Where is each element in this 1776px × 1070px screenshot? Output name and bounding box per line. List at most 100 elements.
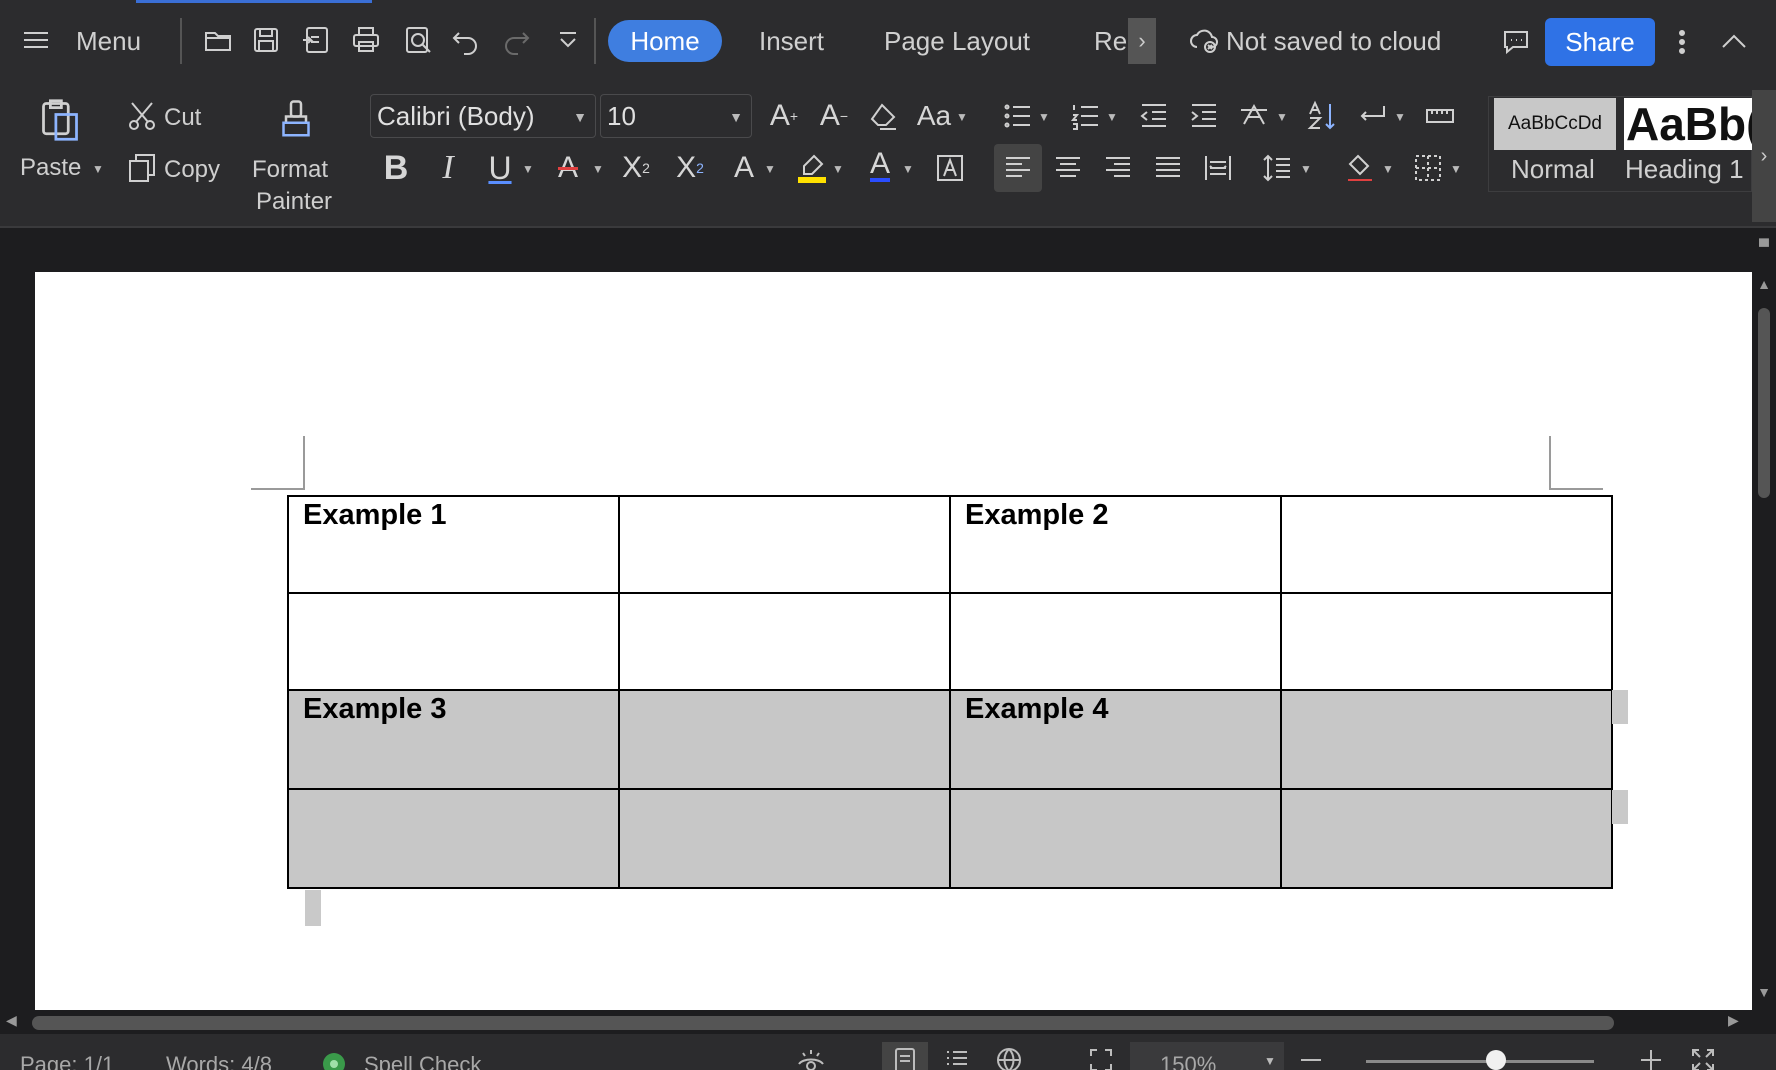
more-tabs-button[interactable]: › bbox=[1128, 18, 1156, 64]
zoom-slider-track[interactable] bbox=[1366, 1060, 1594, 1063]
strikethrough-icon[interactable]: A bbox=[548, 148, 588, 188]
distributed-align-icon[interactable] bbox=[1198, 148, 1238, 188]
shading-icon[interactable] bbox=[1340, 148, 1380, 188]
align-center-icon[interactable] bbox=[1048, 148, 1088, 188]
scroll-left-icon[interactable]: ◀ bbox=[6, 1012, 17, 1029]
line-spacing-dropdown-icon[interactable]: ▼ bbox=[1300, 162, 1312, 176]
borders-icon[interactable] bbox=[1408, 148, 1448, 188]
open-folder-icon[interactable] bbox=[200, 22, 236, 58]
spell-check-label[interactable]: Spell Check bbox=[364, 1052, 481, 1070]
text-direction-icon[interactable] bbox=[1234, 96, 1274, 136]
style-heading1-preview[interactable]: AaBb( bbox=[1624, 98, 1752, 150]
format-painter-label-line1[interactable]: Format bbox=[252, 156, 328, 184]
table-cell[interactable]: Example 1 bbox=[287, 495, 620, 594]
paragraph-after-table-marker[interactable] bbox=[305, 890, 321, 926]
table-cell[interactable] bbox=[1280, 689, 1613, 790]
paste-dropdown-icon[interactable]: ▼ bbox=[92, 162, 104, 176]
comment-icon[interactable] bbox=[1498, 24, 1534, 60]
increase-font-size-icon[interactable]: A + bbox=[764, 96, 804, 136]
row-resize-handle[interactable] bbox=[1612, 690, 1628, 724]
table-cell[interactable]: Example 2 bbox=[949, 495, 1282, 594]
scroll-up-icon[interactable]: ▲ bbox=[1752, 276, 1776, 292]
table-cell[interactable] bbox=[949, 592, 1282, 691]
italic-icon[interactable]: I bbox=[428, 148, 468, 188]
paragraph-marks-dropdown-icon[interactable]: ▼ bbox=[1394, 110, 1406, 124]
table-cell[interactable] bbox=[618, 788, 951, 889]
vertical-scrollbar[interactable]: ▀ ▲ ▼ bbox=[1752, 230, 1776, 1010]
character-shading-icon[interactable] bbox=[930, 148, 970, 188]
undo-icon[interactable] bbox=[448, 22, 484, 58]
highlight-dropdown-icon[interactable]: ▼ bbox=[832, 162, 844, 176]
tab-page-layout[interactable]: Page Layout bbox=[884, 26, 1030, 57]
text-direction-dropdown-icon[interactable]: ▼ bbox=[1276, 110, 1288, 124]
hamburger-menu-icon[interactable] bbox=[18, 22, 54, 58]
text-effects-dropdown-icon[interactable]: ▼ bbox=[764, 162, 776, 176]
tab-insert[interactable]: Insert bbox=[759, 26, 824, 57]
share-button[interactable]: Share bbox=[1545, 18, 1655, 66]
row-resize-handle[interactable] bbox=[1612, 790, 1628, 824]
customize-toolbar-icon[interactable] bbox=[550, 22, 586, 58]
format-painter-label-line2[interactable]: Painter bbox=[256, 188, 332, 216]
table-cell[interactable] bbox=[618, 592, 951, 691]
vertical-scroll-thumb[interactable] bbox=[1758, 308, 1770, 498]
split-view-icon[interactable]: ▀ bbox=[1752, 238, 1776, 254]
eye-protection-icon[interactable] bbox=[794, 1046, 828, 1070]
horizontal-scrollbar[interactable]: ◀ ▶ bbox=[0, 1010, 1752, 1034]
decrease-font-size-icon[interactable]: A − bbox=[814, 96, 854, 136]
zoom-value[interactable]: 150% bbox=[1160, 1052, 1216, 1070]
scroll-down-icon[interactable]: ▼ bbox=[1752, 984, 1776, 1000]
font-color-dropdown-icon[interactable]: ▼ bbox=[902, 162, 914, 176]
subscript-icon[interactable]: X2 bbox=[670, 148, 710, 188]
underline-dropdown-icon[interactable]: ▼ bbox=[522, 162, 534, 176]
paste-label[interactable]: Paste bbox=[20, 154, 81, 182]
print-layout-view-icon[interactable] bbox=[888, 1046, 922, 1070]
style-heading1-label[interactable]: Heading 1 bbox=[1625, 154, 1744, 185]
word-count[interactable]: Words: 4/8 bbox=[166, 1052, 272, 1070]
fullscreen-icon[interactable] bbox=[1686, 1046, 1720, 1070]
clear-formatting-icon[interactable] bbox=[864, 96, 904, 136]
horizontal-scroll-thumb[interactable] bbox=[32, 1016, 1614, 1030]
bullet-list-dropdown-icon[interactable]: ▼ bbox=[1038, 110, 1050, 124]
font-size-select[interactable]: 10 ▼ bbox=[600, 94, 752, 138]
justify-icon[interactable] bbox=[1148, 148, 1188, 188]
redo-icon[interactable] bbox=[498, 22, 534, 58]
bullet-list-icon[interactable] bbox=[998, 96, 1038, 136]
increase-indent-icon[interactable] bbox=[1184, 96, 1224, 136]
print-preview-icon[interactable] bbox=[400, 22, 436, 58]
copy-label[interactable]: Copy bbox=[164, 156, 220, 184]
cloud-error-icon[interactable] bbox=[1186, 22, 1222, 58]
scroll-right-icon[interactable]: ▶ bbox=[1728, 1012, 1739, 1029]
paste-icon[interactable] bbox=[36, 94, 84, 146]
collapse-ribbon-icon[interactable] bbox=[1716, 24, 1752, 60]
tab-home[interactable]: Home bbox=[608, 20, 722, 62]
align-left-icon[interactable] bbox=[998, 148, 1038, 188]
numbered-list-dropdown-icon[interactable]: ▼ bbox=[1106, 110, 1118, 124]
table-cell[interactable] bbox=[618, 689, 951, 790]
cloud-status-text[interactable]: Not saved to cloud bbox=[1226, 26, 1441, 57]
save-icon[interactable] bbox=[248, 22, 284, 58]
borders-dropdown-icon[interactable]: ▼ bbox=[1450, 162, 1462, 176]
change-case-icon[interactable]: Aa bbox=[914, 96, 954, 136]
document-table[interactable]: Example 1 Example 2 Example 3 Example 4 bbox=[287, 495, 1613, 889]
cut-label[interactable]: Cut bbox=[164, 104, 201, 132]
line-spacing-icon[interactable] bbox=[1258, 148, 1298, 188]
scissors-icon[interactable] bbox=[122, 96, 162, 136]
zoom-out-icon[interactable] bbox=[1294, 1046, 1328, 1070]
outline-view-icon[interactable] bbox=[940, 1046, 974, 1070]
focus-mode-icon[interactable] bbox=[1084, 1046, 1118, 1070]
align-right-icon[interactable] bbox=[1098, 148, 1138, 188]
font-family-select[interactable]: Calibri (Body) ▼ bbox=[370, 94, 596, 138]
format-painter-icon[interactable] bbox=[274, 94, 318, 144]
table-cell[interactable] bbox=[287, 788, 620, 889]
zoom-slider-knob[interactable] bbox=[1486, 1050, 1506, 1070]
style-normal-label[interactable]: Normal bbox=[1511, 154, 1595, 185]
table-cell[interactable]: Example 4 bbox=[949, 689, 1282, 790]
underline-icon[interactable]: U bbox=[480, 148, 520, 188]
decrease-indent-icon[interactable] bbox=[1134, 96, 1174, 136]
superscript-icon[interactable]: X2 bbox=[616, 148, 656, 188]
change-case-dropdown-icon[interactable]: ▼ bbox=[956, 110, 968, 124]
copy-icon[interactable] bbox=[122, 148, 162, 188]
strikethrough-dropdown-icon[interactable]: ▼ bbox=[592, 162, 604, 176]
menu-label[interactable]: Menu bbox=[76, 26, 141, 57]
shading-dropdown-icon[interactable]: ▼ bbox=[1382, 162, 1394, 176]
